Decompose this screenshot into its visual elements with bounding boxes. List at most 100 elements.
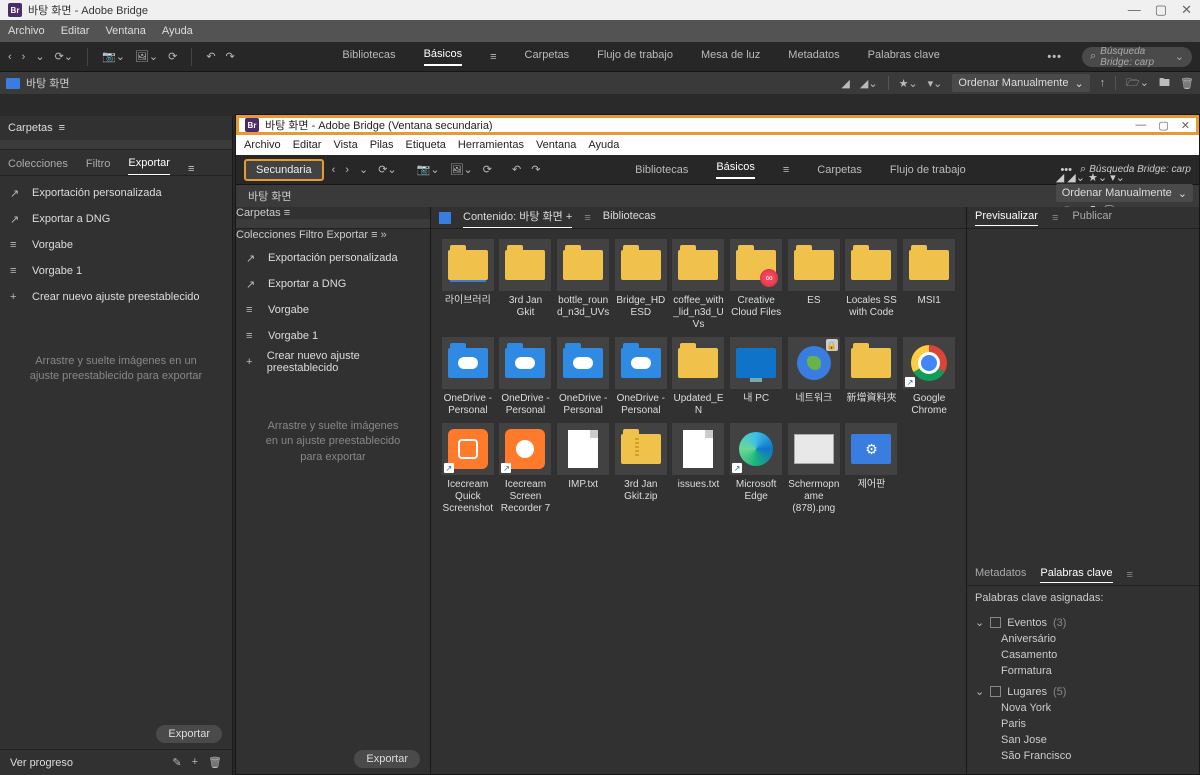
reveal-icon[interactable]: 📷⌄: [102, 50, 125, 63]
keyword-item[interactable]: Casamento: [975, 647, 1191, 663]
ws-basicos-menu-icon[interactable]: ≡: [490, 51, 496, 63]
ws-flujo[interactable]: Flujo de trabajo: [597, 49, 673, 65]
thumb-size-icon[interactable]: ◢: [841, 77, 849, 90]
sw-up-icon[interactable]: ⌄: [359, 163, 368, 176]
thumbnail-item[interactable]: 라이브러리: [441, 239, 495, 331]
sw-menu-vista[interactable]: Vista: [333, 139, 357, 151]
menu-ayuda[interactable]: Ayuda: [162, 25, 193, 37]
back-icon[interactable]: ‹: [8, 51, 12, 63]
sw-ws-menu-icon[interactable]: ≡: [783, 164, 789, 176]
close-button[interactable]: ✕: [1181, 2, 1192, 18]
keyword-item[interactable]: Nova York: [975, 700, 1191, 716]
sw-menu-ayuda[interactable]: Ayuda: [588, 139, 619, 151]
sw-tab-colecciones[interactable]: Colecciones: [236, 229, 296, 241]
tab-kw-menu-icon[interactable]: ≡: [1127, 569, 1133, 581]
tab-colecciones[interactable]: Colecciones: [8, 158, 68, 175]
ws-metadatos[interactable]: Metadatos: [788, 49, 839, 65]
rotate-ccw-icon[interactable]: ↶: [206, 50, 215, 63]
checkbox[interactable]: [990, 686, 1001, 697]
ws-carpetas[interactable]: Carpetas: [525, 49, 570, 65]
sw-forward-icon[interactable]: ›: [345, 164, 349, 176]
new-folder-icon[interactable]: 🖿: [1159, 74, 1170, 93]
sw-ws-flujo[interactable]: Flujo de trabajo: [890, 164, 966, 176]
thumbnail-item[interactable]: coffee_with_lid_n3d_UVs: [672, 239, 726, 331]
filter-icon[interactable]: ★⌄: [899, 77, 918, 90]
breadcrumb[interactable]: 바탕 화면: [26, 75, 70, 91]
ws-palabras[interactable]: Palabras clave: [868, 49, 940, 65]
camera-icon[interactable]: 🖼⌄: [135, 50, 158, 63]
sw-sort-select[interactable]: Ordenar Manualmente⌄: [1056, 184, 1193, 202]
tab-publicar[interactable]: Publicar: [1072, 210, 1112, 225]
thumbnail-item[interactable]: ∞Creative Cloud Files: [729, 239, 783, 331]
thumbnail-item[interactable]: bottle_round_n3d_UVs: [556, 239, 610, 331]
thumbnail-item[interactable]: OneDrive - Personal: [556, 337, 610, 417]
thumbnail-item[interactable]: Updated_EN: [672, 337, 726, 417]
thumbnail-item[interactable]: OneDrive - Personal: [441, 337, 495, 417]
delete-icon[interactable]: 🗑: [208, 756, 222, 769]
sw-tab-filtro[interactable]: Filtro: [299, 229, 323, 241]
carpetas-menu-icon[interactable]: ≡: [59, 122, 65, 134]
thumbnail-item[interactable]: OneDrive - Personal: [499, 337, 553, 417]
sw-funnel-icon[interactable]: ▾⌄: [1110, 172, 1125, 184]
sw-minimize-button[interactable]: —: [1135, 119, 1146, 132]
refresh-icon[interactable]: ⟳: [168, 50, 177, 63]
thumbnail-item[interactable]: MSI1: [902, 239, 956, 331]
sw-rotate-ccw-icon[interactable]: ↶: [512, 163, 521, 176]
export-preset-item[interactable]: ≡Vorgabe: [0, 232, 232, 258]
sw-menu-pilas[interactable]: Pilas: [370, 139, 394, 151]
export-preset-item[interactable]: ≡Vorgabe: [236, 297, 430, 323]
thumbnail-item[interactable]: Locales SS with Code: [845, 239, 899, 331]
thumbnail-item[interactable]: ↗Microsoft Edge: [729, 423, 783, 515]
sw-thumb-icon-2[interactable]: ◢⌄: [1067, 172, 1085, 184]
sw-refresh-icon[interactable]: ⟳: [483, 163, 492, 176]
sw-ws-basicos[interactable]: Básicos: [716, 161, 755, 179]
thumbnail-item[interactable]: 🔒네트워크: [787, 337, 841, 417]
keyword-item[interactable]: Paris: [975, 716, 1191, 732]
rotate-cw-icon[interactable]: ↷: [226, 50, 235, 63]
thumbnail-item[interactable]: 내 PC: [729, 337, 783, 417]
carpetas-label[interactable]: Carpetas: [8, 122, 53, 134]
sw-carpetas-menu-icon[interactable]: ≡: [284, 207, 290, 219]
trash-icon[interactable]: 🗑: [1180, 77, 1194, 90]
add-icon[interactable]: +: [192, 756, 198, 769]
export-preset-item[interactable]: ≡Vorgabe 1: [0, 258, 232, 284]
menu-archivo[interactable]: Archivo: [8, 25, 45, 37]
keyword-group[interactable]: ⌄Eventos (3): [975, 614, 1191, 631]
ws-mesa[interactable]: Mesa de luz: [701, 49, 760, 65]
recent-icon[interactable]: ⟳⌄: [55, 50, 73, 63]
sw-maximize-button[interactable]: ▢: [1158, 119, 1168, 132]
menu-ventana[interactable]: Ventana: [105, 25, 145, 37]
tab-filtro[interactable]: Filtro: [86, 158, 110, 175]
sw-tab-overflow-icon[interactable]: »: [381, 229, 387, 241]
sw-tab-exportar[interactable]: Exportar: [327, 229, 369, 241]
export-button[interactable]: Exportar: [156, 725, 222, 743]
sw-camera-icon[interactable]: 🖼⌄: [450, 163, 473, 176]
thumbnail-item[interactable]: ⚙제어판: [845, 423, 899, 515]
menu-editar[interactable]: Editar: [61, 25, 90, 37]
sw-ws-carpetas[interactable]: Carpetas: [817, 164, 862, 176]
content-title-menu-icon[interactable]: ≡: [584, 212, 590, 224]
sw-menu-etiqueta[interactable]: Etiqueta: [406, 139, 446, 151]
thumbnail-item[interactable]: 新增資料夾: [845, 337, 899, 417]
sw-recent-icon[interactable]: ⟳⌄: [378, 163, 396, 176]
up-dropdown-icon[interactable]: ⌄: [35, 50, 44, 63]
keyword-group[interactable]: ⌄Lugares (5): [975, 683, 1191, 700]
export-preset-item[interactable]: ↗Exportación personalizada: [0, 180, 232, 206]
thumb-size-icon-2[interactable]: ◢⌄: [860, 77, 878, 90]
keyword-item[interactable]: Aniversário: [975, 631, 1191, 647]
edit-icon[interactable]: ✎: [172, 756, 181, 769]
forward-icon[interactable]: ›: [22, 51, 26, 63]
sw-close-button[interactable]: ✕: [1181, 119, 1190, 132]
thumbnail-item[interactable]: ↗Icecream Quick Screenshot: [441, 423, 495, 515]
keyword-item[interactable]: São Francisco: [975, 748, 1191, 764]
sort-select[interactable]: Ordenar Manualmente⌄: [952, 74, 1089, 92]
keyword-item[interactable]: San Jose: [975, 732, 1191, 748]
thumbnail-item[interactable]: issues.txt: [672, 423, 726, 515]
funnel-icon[interactable]: ▾⌄: [928, 77, 943, 90]
sw-menu-ventana[interactable]: Ventana: [536, 139, 576, 151]
sw-carpetas-label[interactable]: Carpetas: [236, 207, 281, 219]
thumbnail-item[interactable]: ↗Icecream Screen Recorder 7: [499, 423, 553, 515]
tab-palabras-clave[interactable]: Palabras clave: [1040, 567, 1112, 583]
thumbnail-item[interactable]: Schermopname (878).png: [787, 423, 841, 515]
sw-ws-bibliotecas[interactable]: Bibliotecas: [635, 164, 688, 176]
